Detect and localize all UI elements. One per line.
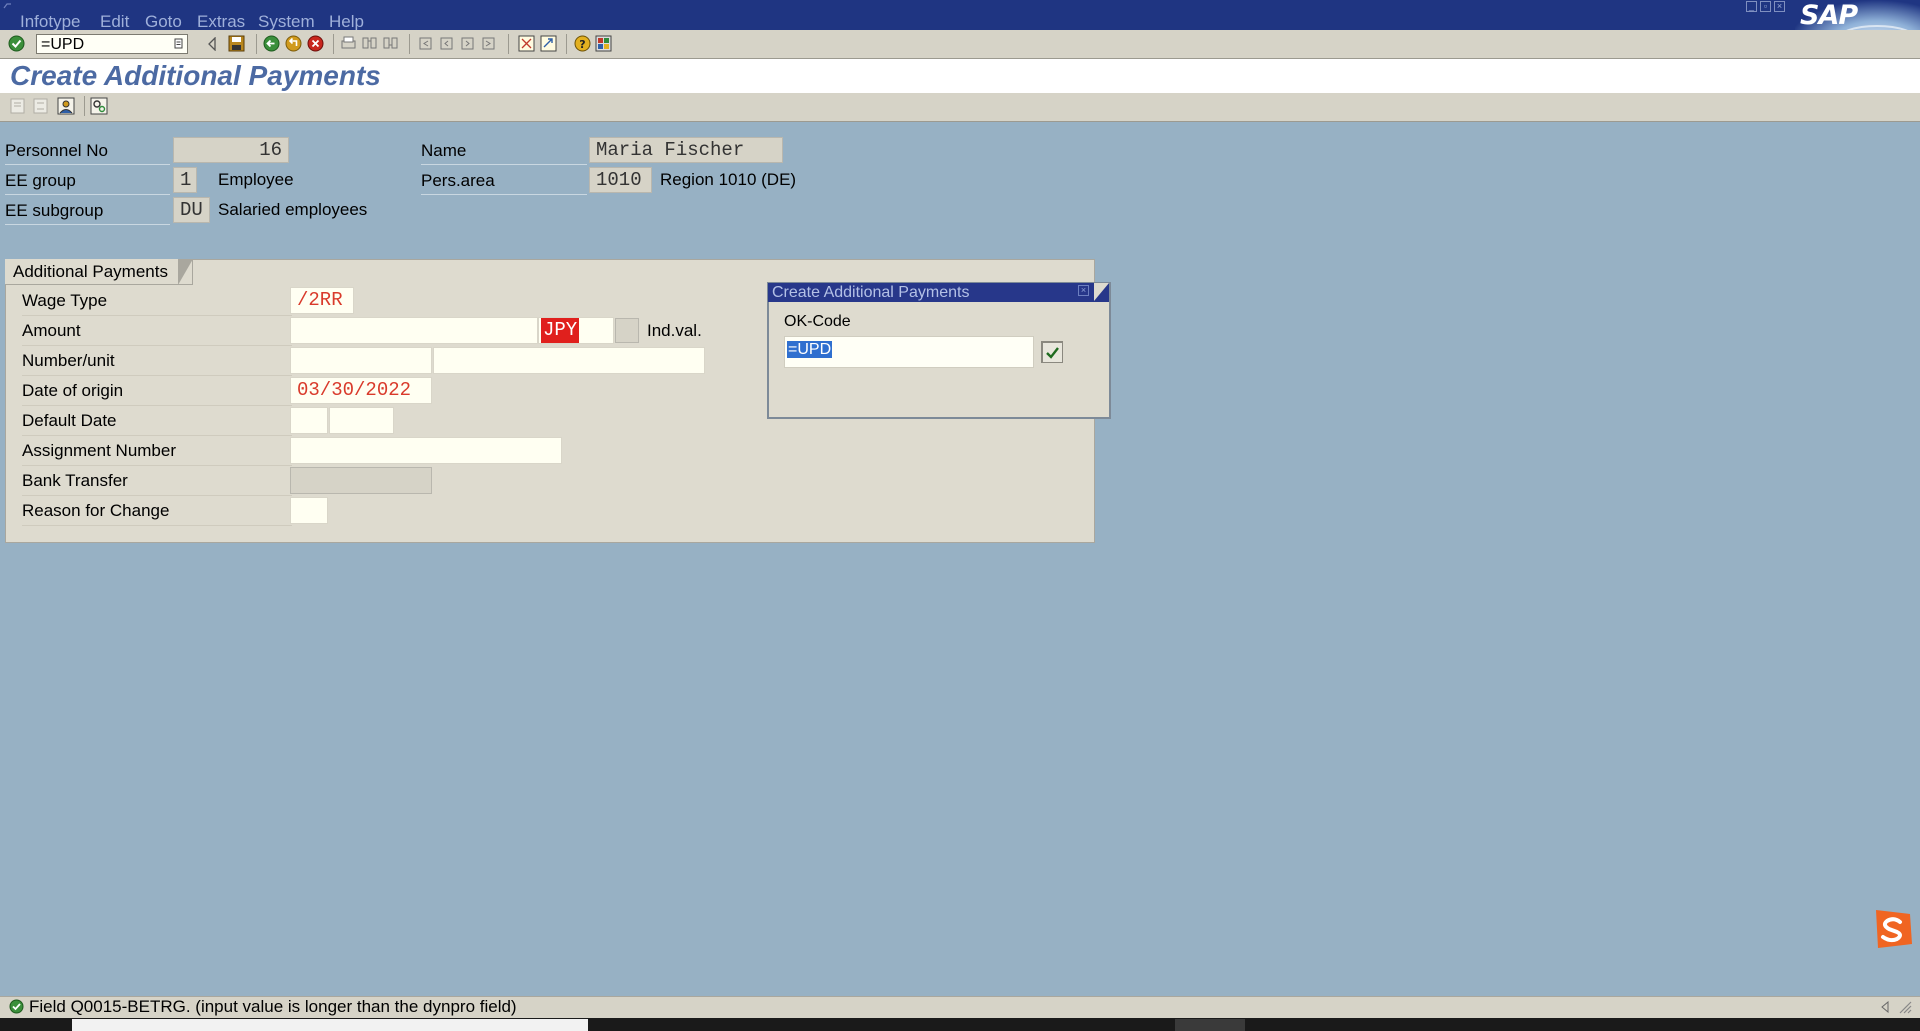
enter-icon[interactable] bbox=[8, 35, 25, 52]
system-menu-icon[interactable] bbox=[3, 2, 13, 10]
command-field-value: =UPD bbox=[41, 36, 85, 53]
ee-subgroup-label: EE subgroup bbox=[5, 197, 170, 225]
personnel-no-field: 16 bbox=[173, 137, 289, 163]
layout-icon[interactable] bbox=[595, 35, 612, 52]
default-date-label: Default Date bbox=[22, 406, 292, 436]
find-icon[interactable] bbox=[361, 35, 378, 52]
print-icon[interactable] bbox=[340, 35, 357, 52]
currency-field[interactable]: JPY bbox=[538, 317, 614, 344]
taskbar-item[interactable] bbox=[1175, 1019, 1245, 1031]
toolbar-separator bbox=[84, 96, 85, 116]
assignment-number-field[interactable] bbox=[290, 437, 562, 464]
ind-val-checkbox[interactable] bbox=[615, 318, 639, 343]
sap-logo: SAP bbox=[1800, 0, 1858, 31]
name-field: Maria Fischer bbox=[589, 137, 783, 163]
ee-group-label: EE group bbox=[5, 167, 170, 195]
ime-s-icon[interactable] bbox=[1870, 906, 1916, 952]
default-date-field-1[interactable] bbox=[290, 407, 328, 434]
ee-subgroup-text: Salaried employees bbox=[218, 200, 368, 219]
previous-record-icon[interactable] bbox=[9, 97, 27, 115]
bank-transfer-label: Bank Transfer bbox=[22, 466, 292, 496]
find-next-icon[interactable] bbox=[382, 35, 399, 52]
help-icon[interactable]: ? bbox=[574, 35, 591, 52]
dialog-close-icon[interactable]: × bbox=[1078, 285, 1089, 296]
first-page-icon[interactable] bbox=[417, 35, 434, 52]
settings-icon[interactable] bbox=[90, 97, 108, 115]
toolbar-separator bbox=[256, 34, 257, 54]
number-field[interactable] bbox=[290, 347, 432, 374]
taskbar-active-item[interactable] bbox=[72, 1019, 588, 1031]
ok-code-label: OK-Code bbox=[784, 313, 851, 330]
person-icon[interactable] bbox=[57, 97, 75, 115]
pers-area-code-field: 1010 bbox=[589, 167, 652, 193]
new-session-icon[interactable] bbox=[518, 35, 535, 52]
date-origin-label: Date of origin bbox=[22, 376, 292, 406]
ee-subgroup-code-field: DU bbox=[173, 197, 210, 223]
amount-label: Amount bbox=[22, 316, 292, 346]
next-page-icon[interactable] bbox=[459, 35, 476, 52]
default-date-field-2[interactable] bbox=[329, 407, 394, 434]
prev-page-icon[interactable] bbox=[438, 35, 455, 52]
amount-field[interactable] bbox=[290, 317, 538, 344]
status-message: Field Q0015-BETRG. (input value is longe… bbox=[29, 997, 517, 1016]
ind-val-label: Ind.val. bbox=[647, 321, 702, 340]
menu-extras[interactable]: Extras bbox=[197, 12, 245, 32]
toolbar-separator bbox=[508, 34, 509, 54]
application-toolbar bbox=[0, 93, 1920, 122]
reason-for-change-label: Reason for Change bbox=[22, 496, 292, 526]
next-record-icon[interactable] bbox=[32, 97, 50, 115]
svg-text:?: ? bbox=[579, 38, 585, 51]
ok-code-value: =UPD bbox=[787, 341, 833, 358]
toolbar-separator bbox=[409, 34, 410, 54]
back-icon[interactable] bbox=[263, 35, 280, 52]
ee-group-text: Employee bbox=[218, 170, 294, 189]
dialog-title-corner bbox=[1094, 283, 1109, 301]
wage-type-label: Wage Type bbox=[22, 286, 292, 316]
back-triangle-icon[interactable] bbox=[207, 37, 217, 51]
confirm-check-icon[interactable] bbox=[1041, 341, 1063, 363]
reason-for-change-field[interactable] bbox=[290, 497, 328, 524]
group-title-corner bbox=[178, 259, 193, 285]
menu-infotype[interactable]: Infotype bbox=[20, 12, 81, 32]
last-page-icon[interactable] bbox=[480, 35, 497, 52]
ok-code-input[interactable]: =UPD bbox=[784, 336, 1034, 368]
close-icon[interactable]: × bbox=[1774, 1, 1785, 12]
save-icon[interactable] bbox=[228, 35, 245, 52]
menu-goto[interactable]: Goto bbox=[145, 12, 182, 32]
cancel-icon[interactable] bbox=[307, 35, 324, 52]
wage-type-field[interactable]: /2RR bbox=[290, 287, 354, 314]
currency-value: JPY bbox=[541, 318, 580, 343]
command-history-icon[interactable] bbox=[174, 38, 184, 50]
shortcut-icon[interactable] bbox=[540, 35, 557, 52]
toolbar-separator bbox=[333, 34, 334, 54]
dialog-title: Create Additional Payments bbox=[772, 284, 970, 301]
menu-help[interactable]: Help bbox=[329, 12, 364, 32]
exit-icon[interactable] bbox=[285, 35, 302, 52]
status-expand-icon[interactable] bbox=[1880, 1001, 1890, 1013]
toolbar-separator bbox=[566, 34, 567, 54]
name-label: Name bbox=[421, 137, 587, 165]
ee-group-code-field: 1 bbox=[173, 167, 197, 193]
pers-area-text: Region 1010 (DE) bbox=[660, 170, 797, 189]
success-icon bbox=[9, 999, 24, 1014]
group-title: Additional Payments bbox=[5, 259, 193, 285]
command-field[interactable]: =UPD bbox=[36, 34, 188, 54]
assignment-number-label: Assignment Number bbox=[22, 436, 292, 466]
number-unit-label: Number/unit bbox=[22, 346, 292, 376]
page-title: Create Additional Payments bbox=[10, 60, 381, 91]
bank-transfer-field bbox=[290, 467, 432, 494]
maximize-icon[interactable]: ▫ bbox=[1760, 1, 1771, 12]
pers-area-label: Pers.area bbox=[421, 167, 587, 195]
date-origin-field[interactable]: 03/30/2022 bbox=[290, 377, 432, 404]
resize-grip-icon[interactable] bbox=[1898, 1000, 1912, 1014]
menu-edit[interactable]: Edit bbox=[100, 12, 129, 32]
menu-system[interactable]: System bbox=[258, 12, 315, 32]
unit-field[interactable] bbox=[433, 347, 705, 374]
minimize-icon[interactable]: _ bbox=[1746, 1, 1757, 12]
personnel-no-label: Personnel No bbox=[5, 137, 170, 165]
